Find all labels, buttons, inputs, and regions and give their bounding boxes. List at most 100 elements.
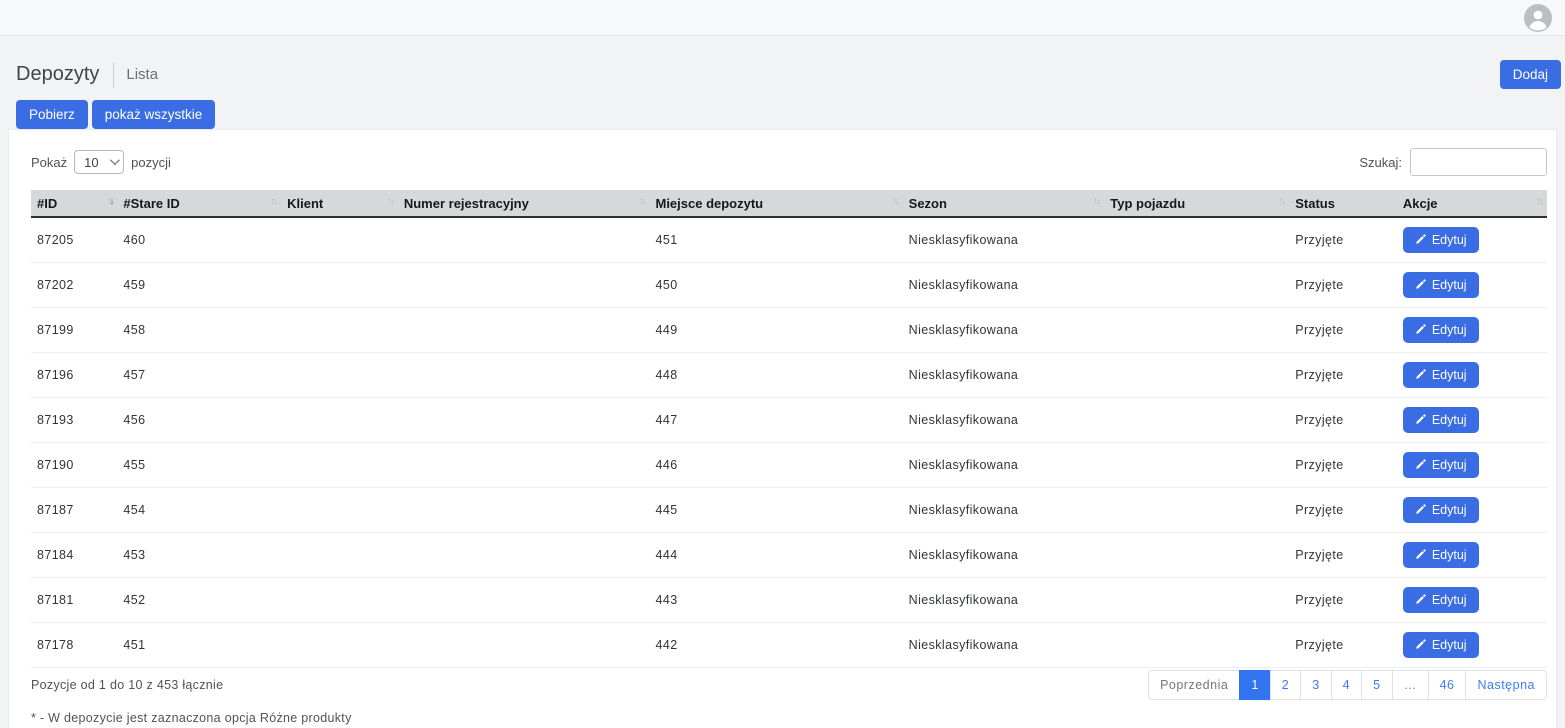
cell-status: Przyjęte [1289,622,1397,667]
pagination-next[interactable]: Następna [1465,670,1547,700]
cell-miejsce-depozytu: 448 [649,352,902,397]
cell-status: Przyjęte [1289,442,1397,487]
column-header-typ-pojazdu[interactable]: Typ pojazdu↑↓ [1104,190,1289,217]
column-header-id[interactable]: #ID↑↓ [31,190,117,217]
column-header-numer-rejestracyjny[interactable]: Numer rejestracyjny↑↓ [398,190,650,217]
download-button[interactable]: Pobierz [16,100,88,129]
page-length-label-after: pozycji [131,155,171,170]
cell-akcje: Edytuj [1397,532,1547,577]
sort-icon: ↑↓ [1093,196,1099,207]
cell-klient [281,487,398,532]
cell-typ-pojazdu [1104,577,1289,622]
cell-id: 87178 [31,622,117,667]
table-row: 87187454445NiesklasyfikowanaPrzyjęteEdyt… [31,487,1547,532]
cell-akcje: Edytuj [1397,577,1547,622]
pagination-page-3[interactable]: 3 [1300,670,1331,700]
pagination-prev[interactable]: Poprzednia [1148,670,1240,700]
cell-akcje: Edytuj [1397,352,1547,397]
cell-id: 87202 [31,262,117,307]
page-length-select[interactable]: 10 [74,150,124,174]
cell-klient [281,307,398,352]
cell-klient [281,217,398,262]
cell-id: 87184 [31,532,117,577]
pencil-icon [1415,594,1426,605]
cell-klient [281,577,398,622]
search-label: Szukaj: [1359,155,1402,170]
cell-klient [281,532,398,577]
edit-button[interactable]: Edytuj [1403,587,1479,613]
edit-button[interactable]: Edytuj [1403,542,1479,568]
cell-stare-id: 459 [117,262,281,307]
cell-miejsce-depozytu: 449 [649,307,902,352]
edit-button[interactable]: Edytuj [1403,317,1479,343]
add-button[interactable]: Dodaj [1500,60,1561,89]
cell-miejsce-depozytu: 451 [649,217,902,262]
edit-button[interactable]: Edytuj [1403,497,1479,523]
pagination-page-46[interactable]: 46 [1428,670,1467,700]
cell-akcje: Edytuj [1397,622,1547,667]
cell-sezon: Niesklasyfikowana [903,622,1105,667]
cell-klient [281,352,398,397]
edit-button[interactable]: Edytuj [1403,452,1479,478]
cell-typ-pojazdu [1104,217,1289,262]
cell-typ-pojazdu [1104,487,1289,532]
cell-id: 87190 [31,442,117,487]
table-row: 87199458449NiesklasyfikowanaPrzyjęteEdyt… [31,307,1547,352]
cell-sezon: Niesklasyfikowana [903,217,1105,262]
cell-sezon: Niesklasyfikowana [903,352,1105,397]
column-header-akcje[interactable]: Akcje↑↓ [1397,190,1547,217]
column-header-status[interactable]: Status [1289,190,1397,217]
cell-id: 87199 [31,307,117,352]
pencil-icon [1415,504,1426,515]
footnote: * - W depozycie jest zaznaczona opcja Ró… [31,711,1547,725]
page-length-label-before: Pokaż [31,155,67,170]
sort-icon: ↑↓ [106,196,112,207]
cell-numer-rejestracyjny [398,352,650,397]
pagination-page-2[interactable]: 2 [1270,670,1301,700]
column-header-miejsce-depozytu[interactable]: Miejsce depozytu↑↓ [649,190,902,217]
cell-typ-pojazdu [1104,532,1289,577]
pencil-icon [1415,459,1426,470]
edit-button[interactable]: Edytuj [1403,227,1479,253]
column-header-stare-id[interactable]: #Stare ID↑↓ [117,190,281,217]
cell-status: Przyjęte [1289,217,1397,262]
column-header-sezon[interactable]: Sezon↑↓ [903,190,1105,217]
page-title: Depozyty [16,63,99,86]
edit-button[interactable]: Edytuj [1403,272,1479,298]
cell-sezon: Niesklasyfikowana [903,397,1105,442]
cell-numer-rejestracyjny [398,307,650,352]
table-row: 87190455446NiesklasyfikowanaPrzyjęteEdyt… [31,442,1547,487]
cell-miejsce-depozytu: 442 [649,622,902,667]
sort-icon: ↑↓ [892,196,898,207]
edit-button[interactable]: Edytuj [1403,407,1479,433]
pagination-page-5[interactable]: 5 [1361,670,1392,700]
cell-status: Przyjęte [1289,577,1397,622]
cell-status: Przyjęte [1289,397,1397,442]
cell-stare-id: 455 [117,442,281,487]
cell-akcje: Edytuj [1397,262,1547,307]
user-avatar-icon[interactable] [1524,4,1552,32]
pencil-icon [1415,279,1426,290]
pagination-page-1[interactable]: 1 [1239,670,1270,700]
cell-stare-id: 460 [117,217,281,262]
show-all-button[interactable]: pokaż wszystkie [92,100,216,129]
cell-akcje: Edytuj [1397,442,1547,487]
cell-numer-rejestracyjny [398,487,650,532]
column-header-klient[interactable]: Klient↑↓ [281,190,398,217]
pagination: Poprzednia12345…46Następna [1149,670,1547,700]
cell-id: 87196 [31,352,117,397]
table-row: 87178451442NiesklasyfikowanaPrzyjęteEdyt… [31,622,1547,667]
cell-akcje: Edytuj [1397,217,1547,262]
edit-button[interactable]: Edytuj [1403,632,1479,658]
cell-klient [281,397,398,442]
search-input[interactable] [1410,148,1547,176]
title-divider [113,62,114,88]
cell-numer-rejestracyjny [398,577,650,622]
cell-stare-id: 452 [117,577,281,622]
edit-button[interactable]: Edytuj [1403,362,1479,388]
pagination-page-4[interactable]: 4 [1331,670,1362,700]
cell-numer-rejestracyjny [398,262,650,307]
cell-status: Przyjęte [1289,532,1397,577]
cell-klient [281,442,398,487]
pencil-icon [1415,639,1426,650]
